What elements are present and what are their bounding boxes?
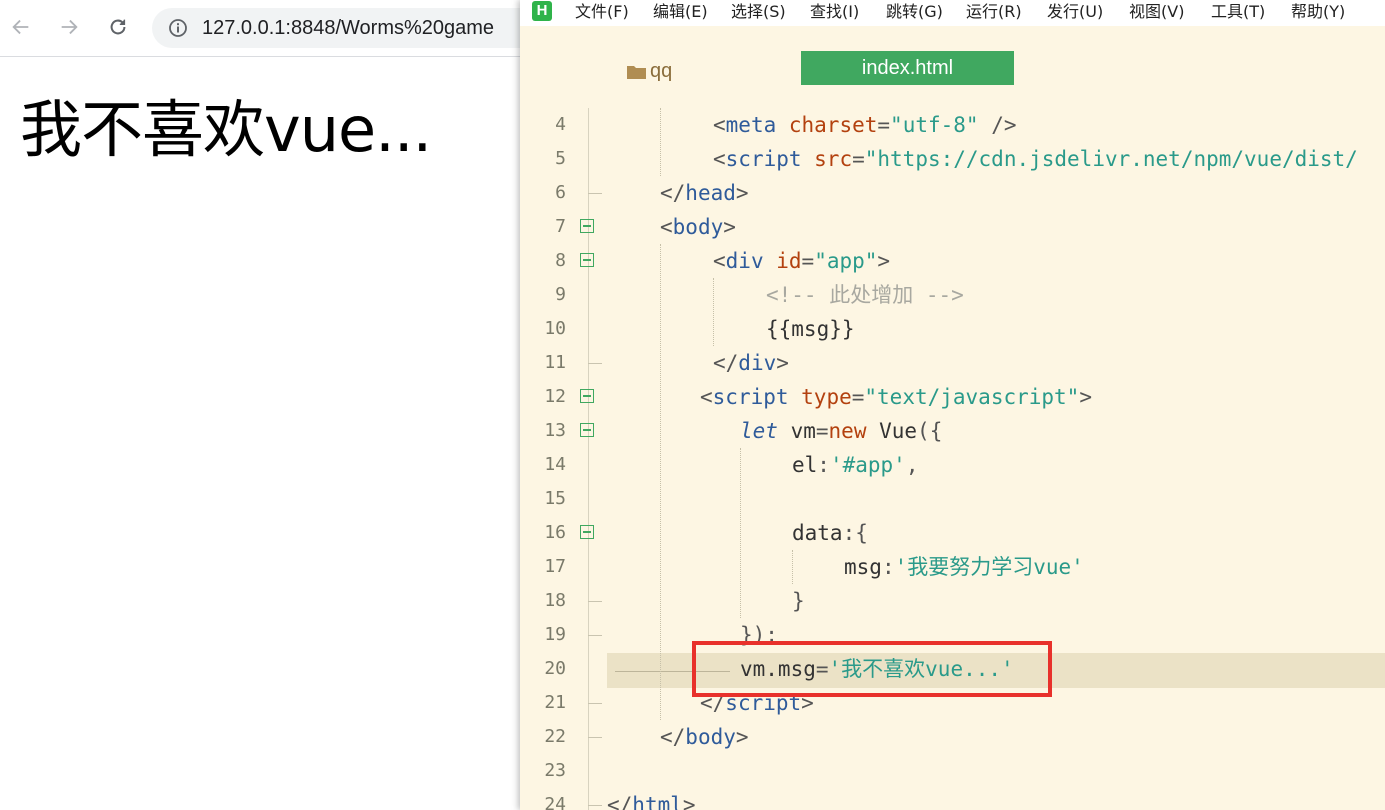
code-line: 13 let vm=new Vue({ — [520, 414, 1385, 448]
code-text: <script type="text/javascript"> — [700, 385, 1092, 409]
code-text: {{msg}} — [766, 317, 855, 341]
code-line: 16 data:{ — [520, 516, 1385, 550]
code-text: <div id="app"> — [713, 249, 891, 273]
fold-end-marker — [588, 805, 602, 806]
browser-toolbar: 127.0.0.1:8848/Worms%20game — [0, 0, 552, 57]
code-text: data:{ — [792, 521, 868, 545]
code-text: <meta charset="utf-8" /> — [713, 113, 1017, 137]
code-text: </html> — [607, 793, 696, 810]
address-bar[interactable]: 127.0.0.1:8848/Worms%20game — [152, 8, 552, 48]
hbuilder-logo-icon: H — [532, 1, 552, 21]
fold-end-marker — [588, 635, 602, 636]
file-tab-index-html[interactable]: index.html — [801, 51, 1014, 85]
code-text: <script src="https://cdn.jsdelivr.net/np… — [713, 147, 1358, 171]
line-number: 6 — [555, 182, 566, 203]
arrow-right-icon — [61, 19, 78, 35]
line-number: 21 — [544, 692, 566, 713]
code-text: <body> — [660, 215, 736, 239]
code-line: 9 <!-- 此处增加 --> — [520, 278, 1385, 312]
fold-end-marker — [588, 363, 602, 364]
code-line: 17 msg:'我要努力学习vue' — [520, 550, 1385, 584]
code-line: 11 </div> — [520, 346, 1385, 380]
fold-toggle-icon[interactable] — [580, 219, 594, 233]
arrow-left-icon — [12, 19, 29, 35]
code-line: 14 el:'#app', — [520, 448, 1385, 482]
line-number: 12 — [544, 386, 566, 407]
fold-end-marker — [588, 703, 602, 704]
code-comment: <!-- 此处增加 --> — [766, 283, 964, 307]
code-text: msg:'我要努力学习vue' — [844, 555, 1084, 579]
page-message: 我不喜欢vue... — [20, 93, 432, 166]
code-text: el:'#app', — [792, 453, 919, 477]
line-number: 22 — [544, 726, 566, 747]
code-text: } — [792, 589, 805, 613]
code-text: </body> — [660, 725, 749, 749]
line-number: 9 — [555, 284, 566, 305]
code-line: 24 </html> — [520, 788, 1385, 810]
line-number: 18 — [544, 590, 566, 611]
code-line: 7 <body> — [520, 210, 1385, 244]
code-text: </head> — [660, 181, 749, 205]
code-text: </div> — [713, 351, 789, 375]
fold-end-marker — [588, 601, 602, 602]
browser-window: 127.0.0.1:8848/Worms%20game 我不喜欢vue... — [0, 0, 552, 810]
line-number: 20 — [544, 658, 566, 679]
line-number: 10 — [544, 318, 566, 339]
line-number: 5 — [555, 148, 566, 169]
line-number: 8 — [555, 250, 566, 271]
code-line: 10 {{msg}} — [520, 312, 1385, 346]
menu-publish[interactable]: 发行(U) — [1047, 2, 1103, 22]
line-number: 16 — [544, 522, 566, 543]
menu-edit[interactable]: 编辑(E) — [653, 2, 708, 22]
line-number: 13 — [544, 420, 566, 441]
ide-window: H 文件(F) 编辑(E) 选择(S) 查找(I) 跳转(G) 运行(R) 发行… — [520, 0, 1385, 810]
url-text: 127.0.0.1:8848/Worms%20game — [202, 17, 495, 39]
menu-tools[interactable]: 工具(T) — [1211, 2, 1265, 22]
code-line: 6 </head> — [520, 176, 1385, 210]
fold-toggle-icon[interactable] — [580, 253, 594, 267]
code-line: 8 <div id="app"> — [520, 244, 1385, 278]
menu-help[interactable]: 帮助(Y) — [1291, 2, 1345, 22]
line-number: 23 — [544, 760, 566, 781]
line-number: 14 — [544, 454, 566, 475]
fold-end-marker — [588, 193, 602, 194]
line-number: 17 — [544, 556, 566, 577]
project-tab[interactable]: qq — [626, 60, 672, 83]
back-button[interactable] — [6, 12, 36, 42]
code-editor[interactable]: 4 <meta charset="utf-8" /> 5 <script src… — [520, 108, 1385, 810]
menu-select[interactable]: 选择(S) — [731, 2, 786, 22]
code-line: 23 — [520, 754, 1385, 788]
annotation-highlight-box — [692, 641, 1052, 697]
line-number: 4 — [555, 114, 566, 135]
line-number: 7 — [555, 216, 566, 237]
code-line: 4 <meta charset="utf-8" /> — [520, 108, 1385, 142]
menu-run[interactable]: 运行(R) — [966, 2, 1022, 22]
fold-toggle-icon[interactable] — [580, 423, 594, 437]
code-line: 22 </body> — [520, 720, 1385, 754]
fold-toggle-icon[interactable] — [580, 525, 594, 539]
code-line: 5 <script src="https://cdn.jsdelivr.net/… — [520, 142, 1385, 176]
menu-bar: H 文件(F) 编辑(E) 选择(S) 查找(I) 跳转(G) 运行(R) 发行… — [520, 0, 1385, 26]
menu-find[interactable]: 查找(I) — [810, 2, 859, 22]
reload-icon — [110, 19, 126, 35]
folder-icon — [627, 65, 646, 79]
menu-view[interactable]: 视图(V) — [1129, 2, 1184, 22]
info-icon[interactable] — [168, 18, 188, 38]
line-number: 15 — [544, 488, 566, 509]
fold-end-marker — [588, 737, 602, 738]
line-number: 19 — [544, 624, 566, 645]
code-text: let vm=new Vue({ — [740, 419, 943, 443]
project-tab-label: qq — [650, 60, 673, 82]
code-line: 18 } — [520, 584, 1385, 618]
tab-bar: qq index.html — [520, 26, 1385, 102]
code-line: 12 <script type="text/javascript"> — [520, 380, 1385, 414]
fold-toggle-icon[interactable] — [580, 389, 594, 403]
menu-goto[interactable]: 跳转(G) — [886, 2, 943, 22]
code-line: 15 — [520, 482, 1385, 516]
menu-file[interactable]: 文件(F) — [575, 2, 629, 22]
line-number: 11 — [544, 352, 566, 373]
reload-button[interactable] — [103, 12, 133, 42]
line-number: 24 — [544, 794, 566, 810]
forward-button[interactable] — [54, 12, 84, 42]
